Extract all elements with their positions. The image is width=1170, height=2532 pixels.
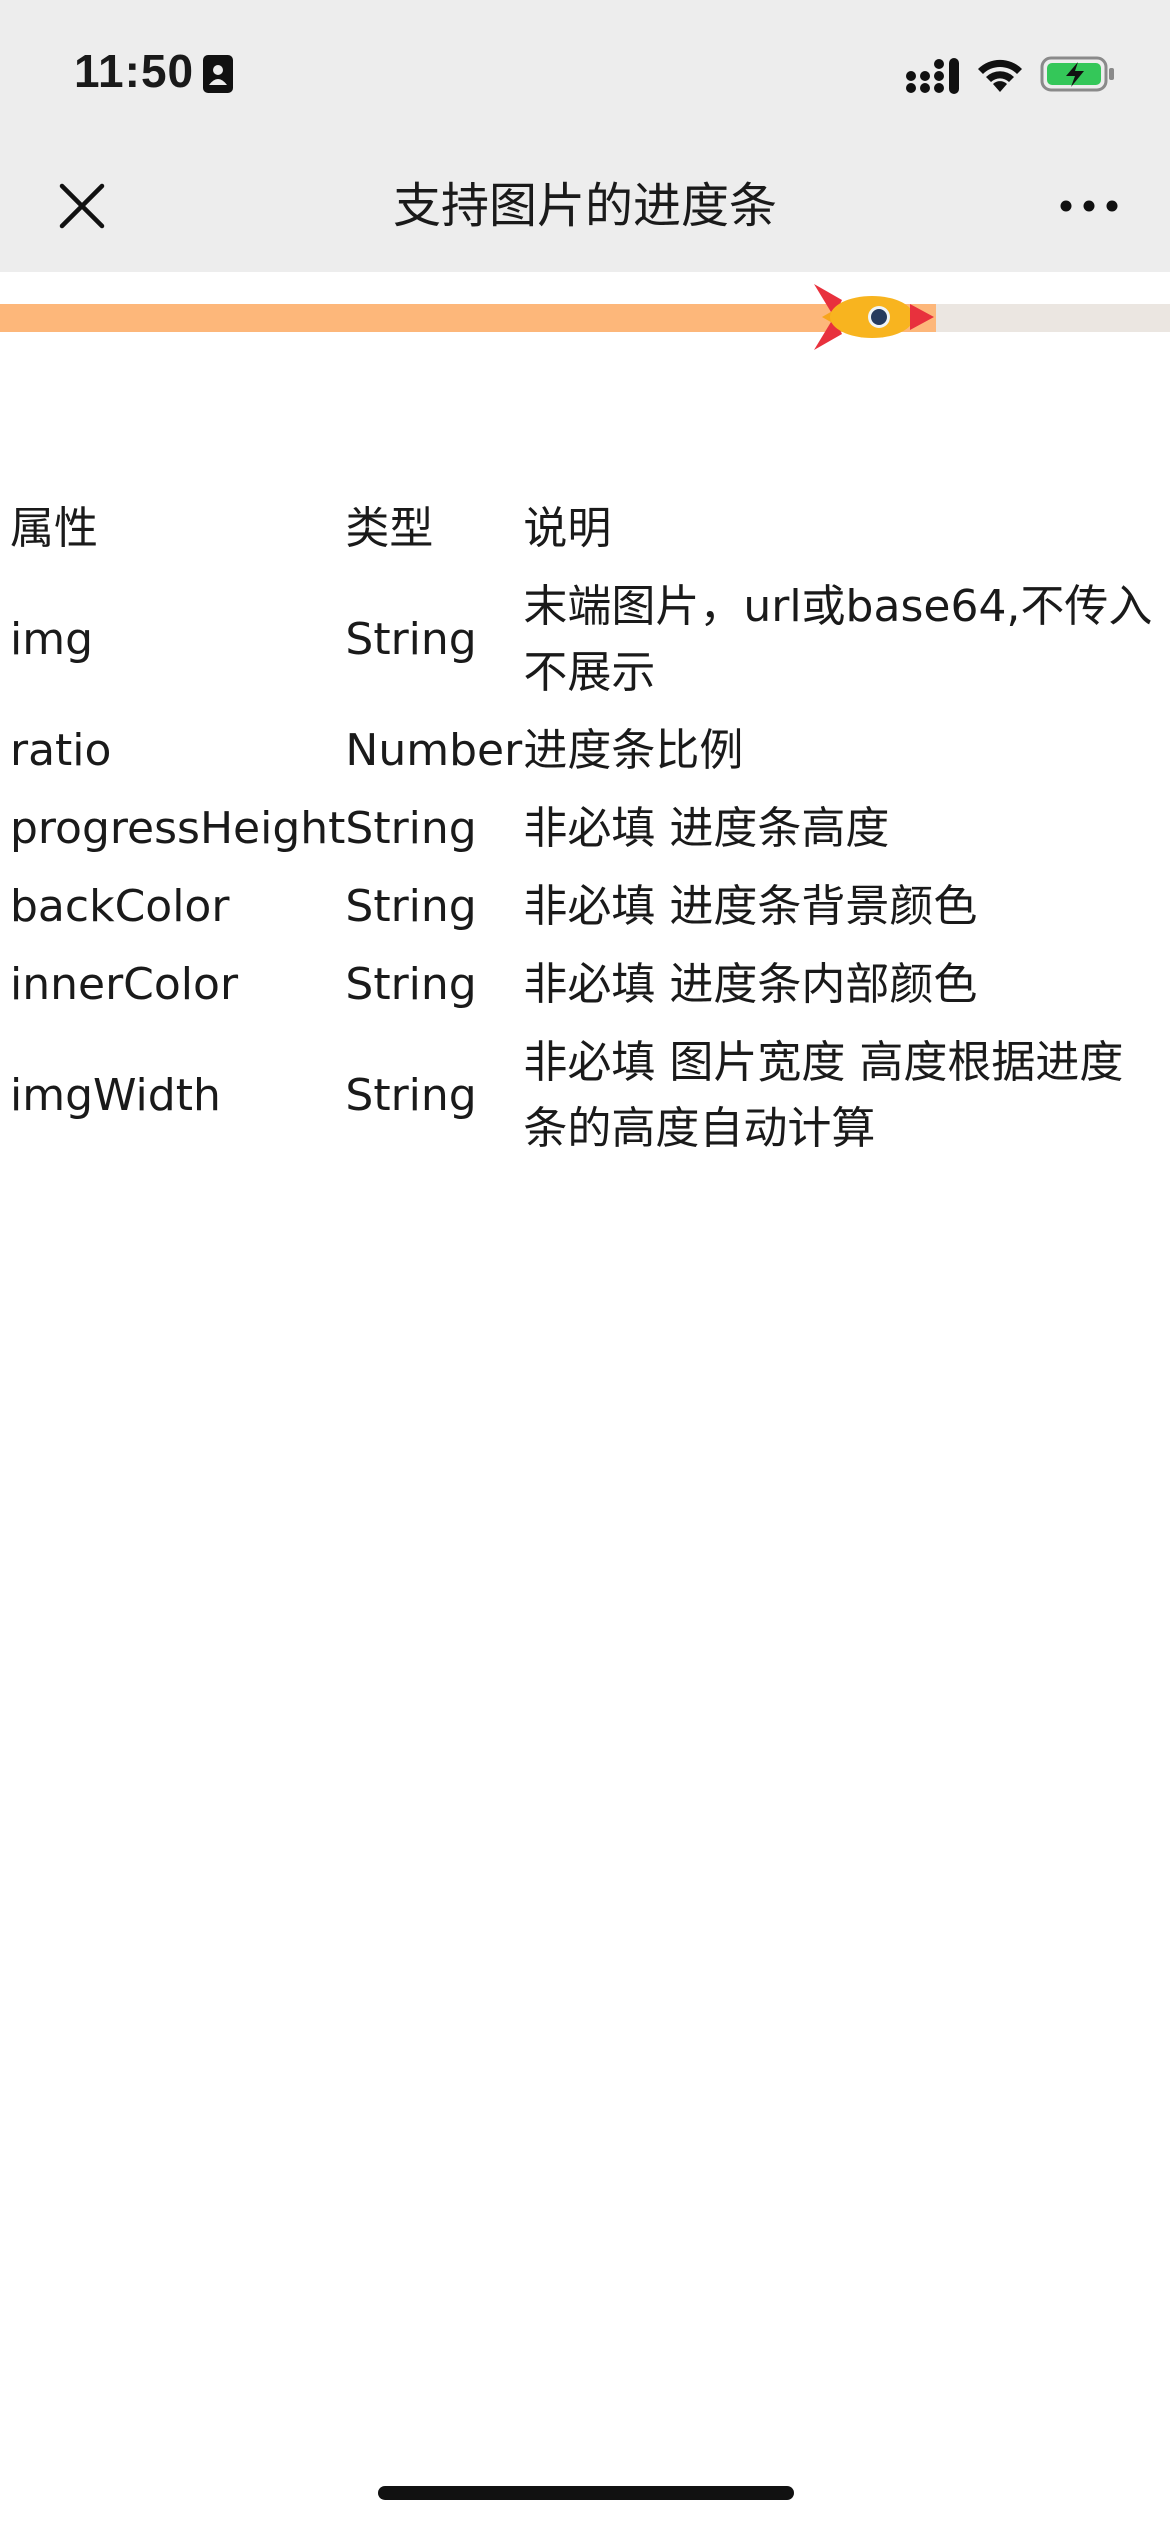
prop-type: Number (345, 725, 523, 776)
battery-charging-icon (1040, 56, 1114, 92)
more-icon[interactable] (1058, 196, 1120, 216)
status-time: 11:50 (74, 45, 195, 97)
table-row: imgWidth String 非必填 图片宽度 高度根据进度条的高度自动计算 (0, 1024, 1170, 1168)
prop-desc: 非必填 进度条高度 (523, 803, 890, 854)
prop-name: ratio (10, 725, 112, 776)
close-icon[interactable] (56, 180, 108, 232)
prop-desc: 非必填 进度条背景颜色 (523, 881, 978, 932)
wifi-icon (978, 59, 1022, 92)
nav-bar: 支持图片的进度条 (0, 140, 1170, 272)
prop-type: String (345, 1070, 477, 1121)
page-title: 支持图片的进度条 (392, 178, 777, 234)
prop-desc: 末端图片，url或base64,不传入不展示 (523, 581, 1153, 698)
prop-type: String (345, 614, 477, 665)
prop-desc: 非必填 进度条内部颜色 (523, 959, 978, 1010)
prop-name: img (10, 614, 94, 665)
cellular-signal-icon (906, 58, 959, 94)
image-progress-bar (0, 282, 1170, 352)
prop-name: backColor (10, 881, 230, 932)
prop-type: String (345, 959, 477, 1010)
table-header-row: 属性 类型 说明 (0, 490, 1170, 568)
table-row: ratio Number 进度条比例 (0, 712, 1170, 790)
header-name: 属性 (10, 503, 98, 554)
table-row: innerColor String 非必填 进度条内部颜色 (0, 946, 1170, 1024)
progress-fill (0, 304, 936, 332)
contact-card-icon (203, 55, 233, 93)
header-desc: 说明 (523, 503, 612, 554)
prop-name: imgWidth (10, 1070, 221, 1121)
status-bar: 11:50 (0, 0, 1170, 140)
rocket-icon (814, 284, 934, 350)
prop-name: innerColor (10, 959, 239, 1010)
header-type: 类型 (345, 503, 434, 554)
prop-type: String (345, 803, 477, 854)
home-indicator (378, 2486, 794, 2500)
prop-desc: 进度条比例 (523, 725, 744, 776)
table-row: progressHeight String 非必填 进度条高度 (0, 790, 1170, 868)
prop-name: progressHeight (10, 803, 346, 854)
table-row: backColor String 非必填 进度条背景颜色 (0, 868, 1170, 946)
table-row: img String 末端图片，url或base64,不传入不展示 (0, 568, 1170, 712)
prop-type: String (345, 881, 477, 932)
props-table: 属性 类型 说明 img String 末端图片，url或base64,不传入不… (0, 490, 1170, 1168)
prop-desc: 非必填 图片宽度 高度根据进度条的高度自动计算 (523, 1037, 1124, 1154)
